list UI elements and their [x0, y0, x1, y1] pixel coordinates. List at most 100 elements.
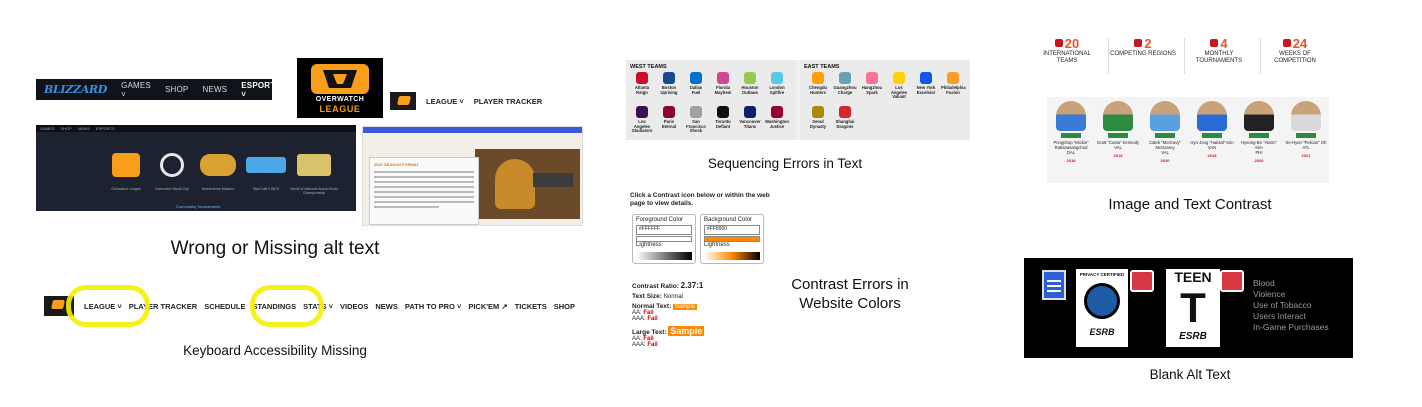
blizzard-nav-bar: BLIZZARD GAMES ˅ SHOP NEWS ESPORTS ˅: [36, 79, 281, 100]
team-excelsior[interactable]: New York Excelsior: [914, 72, 938, 95]
external-link-badge-icon[interactable]: [1220, 270, 1244, 292]
nav-path-to-pro[interactable]: PATH TO PRO ˅: [405, 302, 461, 311]
background-color-input[interactable]: #FF8900: [704, 225, 760, 235]
team-name: Valiant: [892, 94, 906, 100]
nav-player-tracker[interactable]: PLAYER TRACKER: [474, 97, 542, 106]
team-reign[interactable]: Atlanta Reign: [630, 72, 654, 95]
owl-logo-text-overwatch: OVERWATCH: [315, 96, 365, 103]
team-hunters[interactable]: Chengdu Hunters: [806, 72, 830, 95]
team-gladiators[interactable]: Los Angeles Gladiators: [630, 106, 654, 134]
overwatch-league-logo[interactable]: OVERWATCH LEAGUE: [297, 58, 383, 118]
teen-label: TEEN: [1174, 269, 1212, 285]
team-logo-icon: [893, 72, 905, 84]
nav-league[interactable]: LEAGUE ˅: [426, 97, 464, 106]
teen-esrb-text: ESRB: [1179, 331, 1207, 342]
esports-tile-starcraft[interactable]: [242, 145, 290, 185]
esports-tile-hearthstone[interactable]: [194, 145, 242, 185]
team-outlaws[interactable]: Houston Outlaws: [738, 72, 762, 95]
descriptor-in-game-purchases: In-Game Purchases: [1253, 322, 1329, 332]
player-name: Caleb "McGravy" McGarvey: [1149, 140, 1181, 150]
player-card[interactable]: Hyo-Jong "Haksal" Kim VAN 2018: [1190, 101, 1234, 159]
background-color-label: Background Color: [704, 217, 753, 223]
team-logo-icon: [839, 72, 851, 84]
team-logo-icon: [866, 72, 878, 84]
team-shock[interactable]: San Francisco Shock: [684, 106, 708, 134]
team-eternal[interactable]: Paris Eternal: [657, 106, 681, 129]
player-tag-badge: [1249, 133, 1269, 138]
caption-keyboard: Keyboard Accessibility Missing: [183, 343, 367, 358]
player-card[interactable]: Hyeong-Bo "Alarm" Kim PHI 2020: [1237, 101, 1281, 164]
player-card[interactable]: Pongphop "Mickie" Rattanasangchod DAL 2018: [1049, 101, 1093, 164]
owl-mini-logo-icon[interactable]: [390, 92, 416, 110]
team-name: Fuel: [691, 89, 701, 95]
stat-tournaments: 4 MONTHLY TOURNAMENTS: [1186, 36, 1252, 65]
player-card[interactable]: Scott "Custa" Kennedy VAL 2018: [1096, 101, 1140, 159]
player-year: 2020: [1160, 158, 1170, 163]
nav-schedule[interactable]: SCHEDULE: [204, 302, 245, 311]
info-badge-icon[interactable]: [1042, 270, 1066, 300]
caption-blank-alt: Blank Alt Text: [1149, 367, 1231, 382]
teams-panel: WEST TEAMS EAST TEAMS Atlanta Reign Boston…: [626, 60, 970, 140]
team-valiant[interactable]: Los Angeles Valiant: [887, 72, 911, 100]
content-descriptors: Blood Violence Use of Tobacco Users Inte…: [1253, 278, 1329, 333]
east-teams-heading: EAST TEAMS: [804, 64, 840, 70]
team-mayhem[interactable]: Florida Mayhem: [711, 72, 735, 95]
team-charge[interactable]: Guangzhou Charge: [833, 72, 857, 95]
esports-top-shop: SHOP: [60, 126, 72, 131]
nav-games[interactable]: GAMES ˅: [121, 81, 151, 99]
team-name: Eternal: [661, 123, 677, 129]
nav-videos[interactable]: VIDEOS: [340, 302, 368, 311]
contrast-checker-panel: Click a Contrast icon below or within th…: [630, 192, 770, 348]
team-fuel[interactable]: Dallas Fuel: [684, 72, 708, 95]
normal-sample: Sample: [672, 304, 698, 310]
team-dragons[interactable]: Shanghai Dragons: [833, 106, 857, 129]
blizzard-logo[interactable]: BLIZZARD: [44, 83, 107, 96]
nav-esports[interactable]: ESPORTS ˅: [241, 81, 281, 99]
foreground-color-input[interactable]: #FFFFFF: [636, 225, 692, 235]
team-logo-icon: [744, 72, 756, 84]
esports-top-games: GAMES: [40, 126, 55, 131]
nav-pickem[interactable]: PICK'EM ↗: [468, 302, 507, 311]
owl-logo-text-league: LEAGUE: [319, 104, 361, 114]
team-logo-icon: [690, 106, 702, 118]
team-spark[interactable]: Hangzhou Spark: [860, 72, 884, 95]
foreground-lightness-label: Lightness: [636, 242, 662, 248]
esrb-ratings-panel: PRIVACY CERTIFIED ESRB TEEN T ESRB Blood…: [1024, 258, 1353, 358]
external-link-badge-icon[interactable]: [1130, 270, 1154, 292]
team-fusion[interactable]: Philadelphia Fusion: [941, 72, 966, 95]
esports-tile-ow-world-cup[interactable]: [148, 145, 196, 185]
descriptor-users-interact: Users Interact: [1253, 311, 1306, 321]
team-uprising[interactable]: Boston Uprising: [657, 72, 681, 95]
background-lightness-slider[interactable]: [704, 252, 760, 260]
nav-shop[interactable]: SHOP: [165, 85, 188, 94]
team-logo-icon: [636, 72, 648, 84]
stat-weeks: 24 WEEKS OF COMPETITION: [1262, 36, 1328, 65]
nav-tickets[interactable]: TICKETS: [515, 302, 547, 311]
team-name: Fusion: [946, 89, 960, 95]
nav-news[interactable]: NEWS: [202, 85, 227, 94]
descriptor-blood: Blood: [1253, 278, 1275, 288]
team-justice[interactable]: Washington Justice: [765, 106, 789, 129]
community-tournaments-link[interactable]: Community Tournaments: [176, 204, 220, 209]
league-stats-row: 20 INTERNATIONAL TEAMS 2 COMPETING REGIO…: [1034, 36, 1328, 81]
caption-image-text-contrast: Image and Text Contrast: [1108, 196, 1272, 213]
team-logo-icon: [812, 72, 824, 84]
team-titans[interactable]: Vancouver Titans: [738, 106, 762, 129]
aaa-label: AAA:: [632, 342, 646, 348]
player-team: PHI: [1255, 150, 1263, 155]
player-card[interactable]: Se-Hyun "Pelican" Oh ATL 2021: [1284, 101, 1328, 159]
foreground-lightness-slider[interactable]: [636, 252, 692, 260]
esports-tile-owl[interactable]: [102, 145, 150, 185]
privacy-certified-seal[interactable]: PRIVACY CERTIFIED ESRB: [1074, 267, 1130, 349]
nav-shop[interactable]: SHOP: [554, 302, 575, 311]
esports-tile-wow-arena[interactable]: [290, 145, 338, 185]
player-team: VAL: [1114, 145, 1122, 150]
team-defiant[interactable]: Toronto Defiant: [711, 106, 735, 129]
team-spitfire[interactable]: London Spitfire: [765, 72, 789, 95]
team-dynasty[interactable]: Seoul Dynasty: [806, 106, 830, 129]
nav-news[interactable]: NEWS: [375, 302, 398, 311]
teen-rating-box[interactable]: TEEN T ESRB: [1164, 267, 1222, 349]
player-team: VAN: [1207, 145, 1217, 150]
team-name: Charge: [837, 89, 853, 95]
player-card[interactable]: Caleb "McGravy" McGarvey VAL 2020: [1143, 101, 1187, 164]
